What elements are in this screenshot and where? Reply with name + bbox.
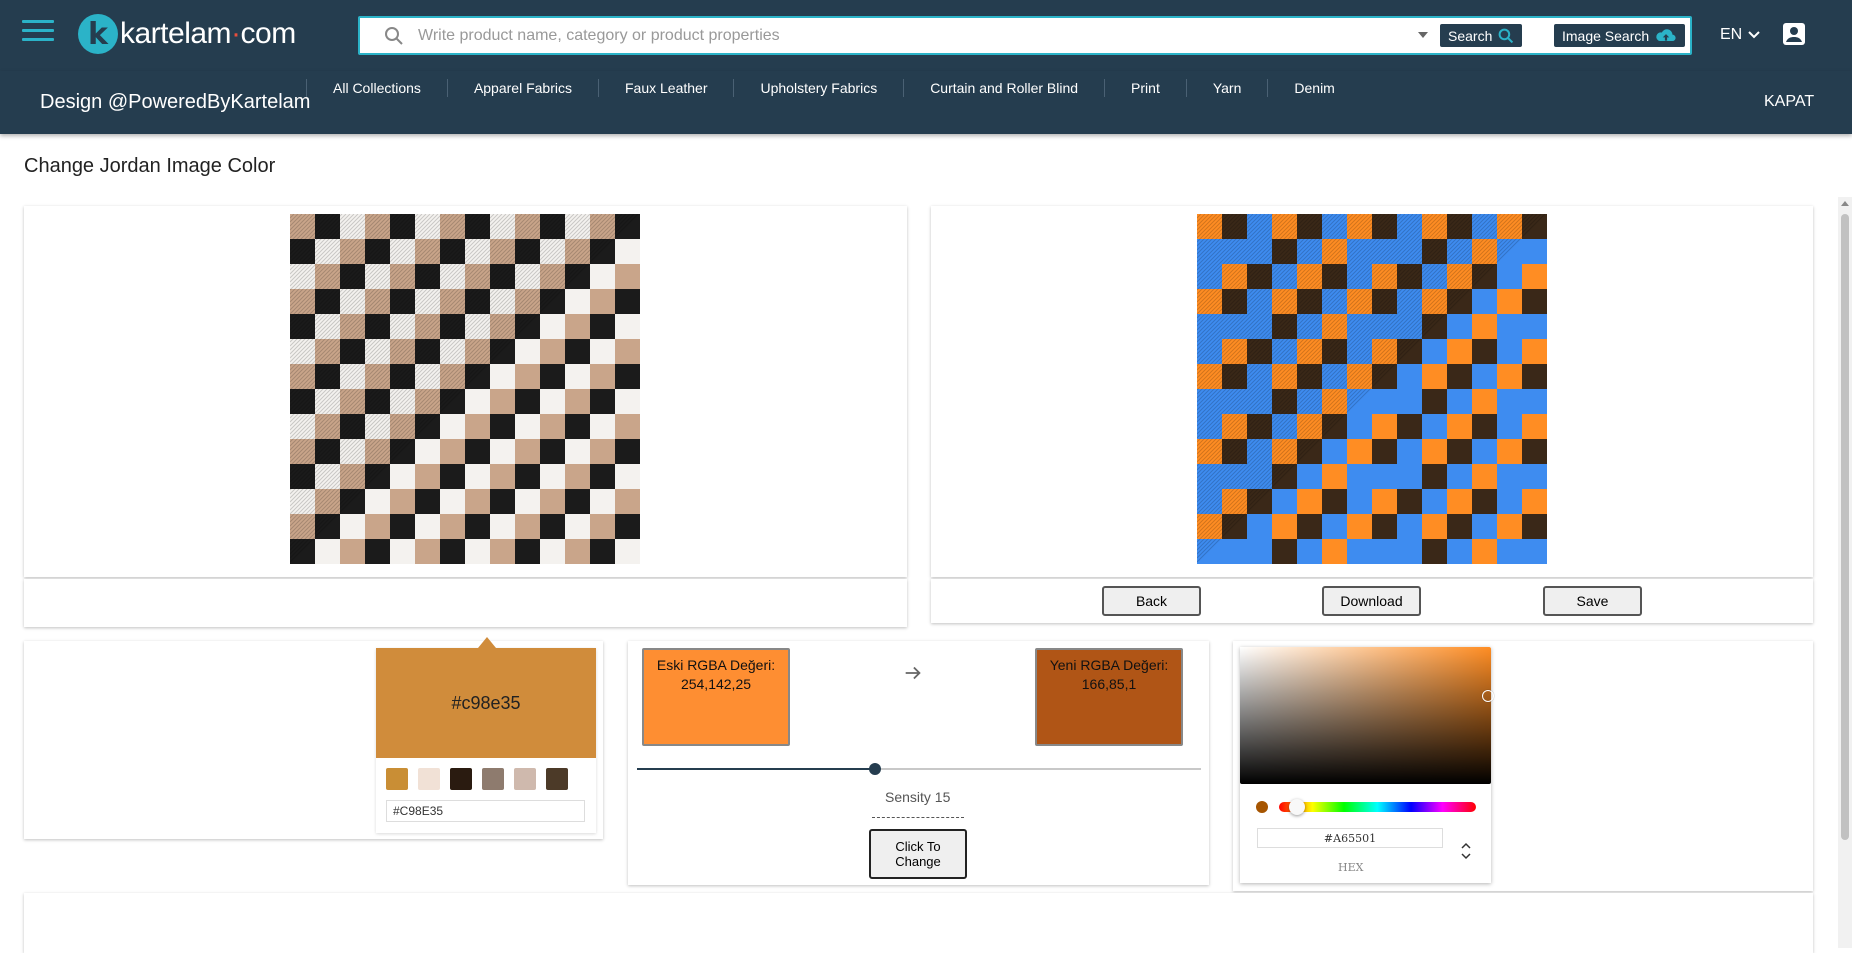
nav-yarn[interactable]: Yarn — [1185, 79, 1268, 97]
image-search-label: Image Search — [1562, 27, 1650, 44]
back-button[interactable]: Back — [1102, 586, 1201, 616]
divider — [872, 817, 964, 818]
old-rgba-value: 254,142,25 — [680, 676, 752, 692]
hamburger-menu-icon[interactable] — [22, 20, 54, 48]
selected-color-hex: #c98e35 — [451, 692, 521, 713]
sensity-slider-thumb[interactable] — [869, 763, 881, 775]
language-selector[interactable]: EN — [1720, 26, 1760, 44]
page-title: Change Jordan Image Color — [24, 155, 276, 177]
old-rgba-box: Eski RGBA Değeri: 254,142,25 — [642, 648, 790, 746]
chevron-down-icon — [1748, 31, 1760, 39]
search-bar: Search Image Search — [358, 16, 1692, 55]
scroll-up-icon[interactable] — [1841, 201, 1849, 206]
nav-print[interactable]: Print — [1104, 79, 1186, 97]
nav-all-collections[interactable]: All Collections — [306, 79, 447, 97]
save-button[interactable]: Save — [1543, 586, 1642, 616]
hex-input[interactable] — [386, 800, 585, 822]
color-swatch-6[interactable] — [546, 768, 568, 790]
logo-text: kartelam·com — [120, 17, 296, 50]
search-icon — [1498, 28, 1514, 43]
saturation-value-area[interactable] — [1240, 647, 1491, 784]
original-image-footer — [24, 579, 907, 627]
color-swatch-3[interactable] — [450, 768, 472, 790]
old-rgba-label: Eski RGBA Değeri: — [656, 657, 776, 673]
search-button[interactable]: Search — [1440, 24, 1523, 47]
click-to-change-button[interactable]: Click To Change — [869, 829, 967, 879]
chevron-down-icon[interactable] — [1418, 32, 1428, 38]
sensity-slider-fill — [637, 768, 875, 770]
recolored-fabric-image — [1197, 214, 1547, 564]
category-nav: All Collections Apparel Fabrics Faux Lea… — [306, 79, 1361, 97]
bottom-panel — [24, 893, 1813, 953]
search-button-label: Search — [1448, 27, 1493, 44]
nav-upholstery-fabrics[interactable]: Upholstery Fabrics — [733, 79, 903, 97]
color-swatch-2[interactable] — [418, 768, 440, 790]
sensity-label: Sensity 15 — [885, 789, 951, 805]
selected-color-swatch: #c98e35 — [376, 648, 596, 758]
color-swatch-4[interactable] — [482, 768, 504, 790]
hue-slider-thumb[interactable] — [1289, 799, 1305, 815]
format-toggle-icon[interactable] — [1459, 840, 1473, 862]
image-search-button[interactable]: Image Search — [1554, 24, 1686, 47]
nav-curtain-roller-blind[interactable]: Curtain and Roller Blind — [903, 79, 1104, 97]
new-rgba-label: Yeni RGBA Değeri: — [1049, 657, 1169, 673]
nav-apparel-fabrics[interactable]: Apparel Fabrics — [446, 79, 598, 97]
arrow-right-icon — [905, 666, 921, 680]
new-rgba-box: Yeni RGBA Değeri: 166,85,1 — [1035, 648, 1183, 746]
site-logo[interactable]: k kartelam·com — [78, 13, 296, 55]
swatch-pointer — [478, 637, 496, 648]
current-color-preview — [1256, 801, 1268, 813]
original-fabric-image — [290, 214, 640, 564]
account-icon[interactable] — [1782, 22, 1806, 46]
hex-label: HEX — [1338, 861, 1364, 874]
search-input[interactable] — [418, 22, 1418, 50]
nav-faux-leather[interactable]: Faux Leather — [597, 79, 734, 97]
new-rgba-value: 166,85,1 — [1081, 676, 1137, 692]
logo-k-icon: k — [78, 14, 118, 54]
sub-navigation: Design @PoweredByKartelam All Collection… — [0, 71, 1852, 134]
saturation-cursor[interactable] — [1482, 690, 1494, 702]
design-title: Design @PoweredByKartelam — [40, 91, 311, 113]
hex-value-input[interactable] — [1257, 828, 1443, 848]
color-swatch-1[interactable] — [386, 768, 408, 790]
scrollbar-thumb[interactable] — [1841, 214, 1849, 840]
cloud-upload-icon — [1656, 28, 1676, 41]
close-button[interactable]: KAPAT — [1764, 93, 1814, 111]
color-swatch-5[interactable] — [514, 768, 536, 790]
hue-slider[interactable] — [1279, 802, 1476, 812]
nav-denim[interactable]: Denim — [1267, 79, 1360, 97]
download-button[interactable]: Download — [1322, 586, 1421, 616]
search-icon — [385, 27, 403, 45]
top-header: k kartelam·com Search Image Search EN — [0, 0, 1852, 71]
language-label: EN — [1720, 26, 1743, 43]
